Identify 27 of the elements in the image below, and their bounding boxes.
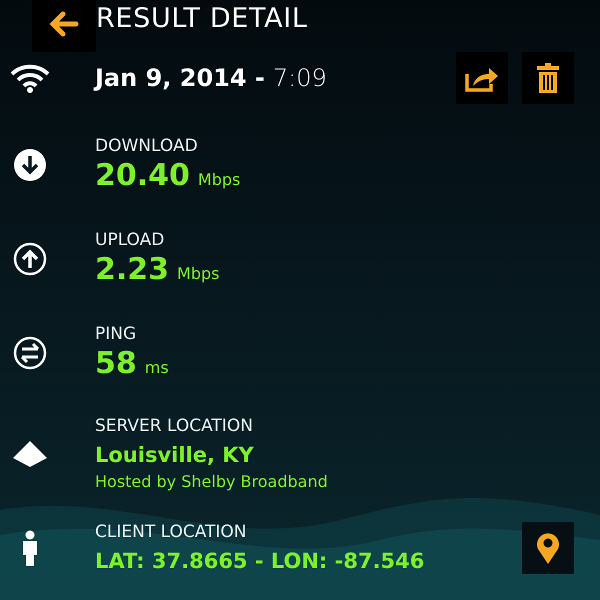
pyramid-icon	[12, 441, 46, 467]
server-city: Louisville, KY	[95, 442, 255, 468]
wifi-icon	[8, 63, 50, 93]
metric-unit: ms	[144, 356, 169, 379]
person-icon	[22, 530, 38, 566]
map-pin-button[interactable]	[522, 522, 574, 574]
metric-unit: Mbps	[177, 262, 220, 285]
back-button[interactable]	[32, 0, 96, 52]
metric-label: UPLOAD	[95, 230, 166, 251]
client-label: CLIENT LOCATION	[95, 522, 248, 544]
metric-label: DOWNLOAD	[95, 136, 199, 157]
server-label: SERVER LOCATION	[95, 416, 254, 438]
delete-button[interactable]	[522, 52, 574, 104]
result-date: Jan 9, 2014 -	[95, 63, 265, 94]
metric-value: 58	[95, 344, 137, 382]
metric-value: 2.23	[95, 250, 170, 288]
result-time: 7:09	[272, 63, 327, 94]
metric-label: PING	[95, 324, 138, 345]
map-pin-icon	[536, 532, 560, 564]
metric-unit: Mbps	[198, 168, 240, 191]
metric-value: 20.40	[95, 156, 190, 194]
page-title: RESULT DETAIL	[96, 4, 308, 32]
server-host: Hosted by Shelby Broadband	[95, 472, 328, 492]
swap-arrows-icon	[12, 336, 46, 370]
share-button[interactable]	[456, 52, 508, 104]
client-coordinates: LAT: 37.8665 - LON: -87.546	[95, 548, 424, 574]
trash-icon	[537, 63, 559, 93]
